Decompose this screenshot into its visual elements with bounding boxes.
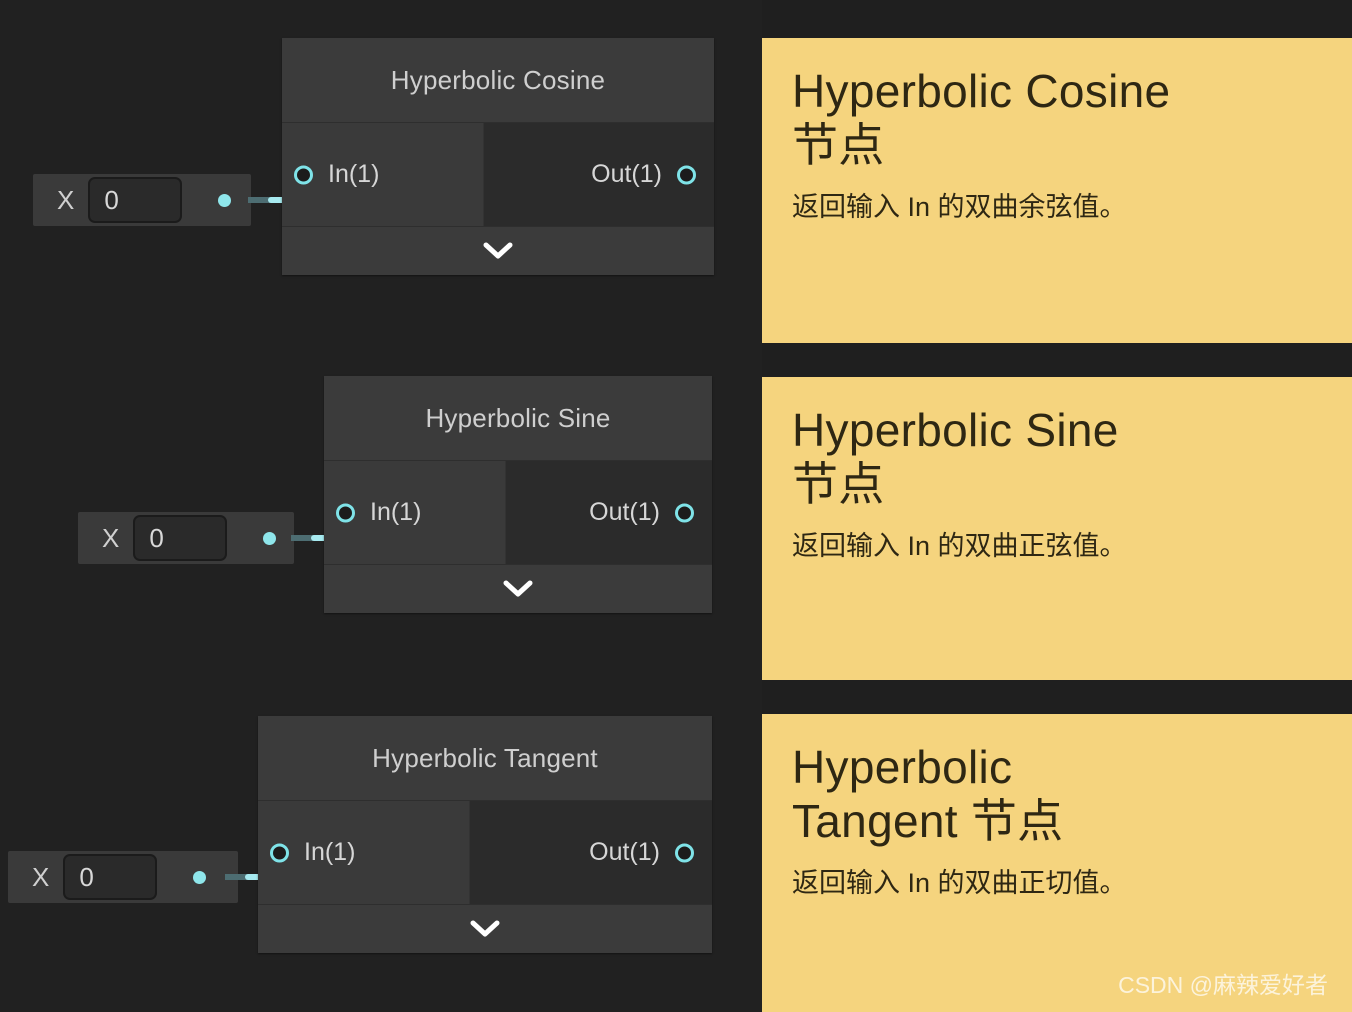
value-input-pill-0[interactable]: X 0	[33, 174, 251, 226]
node-title-0: Hyperbolic Cosine	[390, 64, 606, 95]
annotation-title-1: Hyperbolic Sine 节点	[792, 404, 1119, 511]
node-expand-bar-1[interactable]	[324, 565, 712, 613]
chevron-down-icon[interactable]	[503, 580, 533, 598]
output-port-label-0: Out(1)	[591, 160, 662, 188]
chevron-down-icon[interactable]	[483, 242, 513, 260]
node-input-row-2[interactable]: In(1)	[258, 801, 470, 904]
value-output-dot-1[interactable]	[263, 531, 277, 545]
node-body-2: In(1) Out(1)	[258, 801, 712, 905]
input-socket-icon-2[interactable]	[270, 843, 289, 862]
node-header-0[interactable]: Hyperbolic Cosine	[282, 38, 714, 123]
node-body-0: In(1) Out(1)	[282, 123, 714, 227]
value-input-label-1: X	[102, 522, 120, 553]
input-port-label-0: In(1)	[328, 160, 380, 188]
value-input-field-1[interactable]: 0	[133, 515, 228, 561]
input-port-label-1: In(1)	[370, 498, 422, 526]
node-header-2[interactable]: Hyperbolic Tangent	[258, 716, 712, 801]
node-output-row-0[interactable]: Out(1)	[484, 123, 714, 226]
annotation-description-2: 返回输入 In 的双曲正切值。	[792, 867, 1127, 898]
node-input-row-1[interactable]: In(1)	[324, 461, 506, 564]
screenshot-canvas: X 0 Hyperbolic Cosine In(1) Out(1) Hyper…	[0, 0, 1352, 1012]
node-input-row-0[interactable]: In(1)	[282, 123, 484, 226]
node-expand-bar-2[interactable]	[258, 905, 712, 953]
input-port-label-2: In(1)	[304, 838, 356, 866]
annotation-title-2: Hyperbolic Tangent 节点	[792, 741, 1064, 848]
node-output-row-1[interactable]: Out(1)	[506, 461, 712, 564]
node-hyperbolic-tangent[interactable]: Hyperbolic Tangent In(1) Out(1)	[258, 716, 712, 953]
value-output-dot-2[interactable]	[193, 870, 207, 884]
value-input-label-0: X	[57, 184, 75, 215]
output-socket-icon-2[interactable]	[675, 843, 694, 862]
node-title-2: Hyperbolic Tangent	[372, 742, 598, 773]
value-input-field-0[interactable]: 0	[88, 177, 183, 223]
watermark-text: CSDN @麻辣爱好者	[1118, 972, 1328, 998]
value-output-dot-0[interactable]	[218, 193, 232, 207]
node-hyperbolic-cosine[interactable]: Hyperbolic Cosine In(1) Out(1)	[282, 38, 714, 275]
annotation-card-2: Hyperbolic Tangent 节点 返回输入 In 的双曲正切值。 CS…	[762, 714, 1352, 1012]
annotation-card-1: Hyperbolic Sine 节点 返回输入 In 的双曲正弦值。	[762, 377, 1352, 680]
output-socket-icon-1[interactable]	[675, 503, 694, 522]
input-socket-icon-1[interactable]	[336, 503, 355, 522]
value-input-label-2: X	[32, 861, 50, 892]
value-input-pill-1[interactable]: X 0	[78, 512, 294, 564]
annotation-description-0: 返回输入 In 的双曲余弦值。	[792, 191, 1127, 222]
node-hyperbolic-sine[interactable]: Hyperbolic Sine In(1) Out(1)	[324, 376, 712, 613]
node-title-1: Hyperbolic Sine	[425, 402, 611, 433]
value-input-field-2[interactable]: 0	[63, 854, 158, 900]
node-body-1: In(1) Out(1)	[324, 461, 712, 565]
annotation-title-0: Hyperbolic Cosine 节点	[792, 65, 1171, 172]
node-header-1[interactable]: Hyperbolic Sine	[324, 376, 712, 461]
annotation-description-1: 返回输入 In 的双曲正弦值。	[792, 530, 1127, 561]
chevron-down-icon[interactable]	[470, 920, 500, 938]
output-port-label-1: Out(1)	[589, 498, 660, 526]
input-socket-icon-0[interactable]	[294, 165, 313, 184]
annotation-card-0: Hyperbolic Cosine 节点 返回输入 In 的双曲余弦值。	[762, 38, 1352, 343]
value-input-pill-2[interactable]: X 0	[8, 851, 238, 903]
output-socket-icon-0[interactable]	[677, 165, 696, 184]
node-expand-bar-0[interactable]	[282, 227, 714, 275]
output-port-label-2: Out(1)	[589, 838, 660, 866]
node-output-row-2[interactable]: Out(1)	[470, 801, 712, 904]
